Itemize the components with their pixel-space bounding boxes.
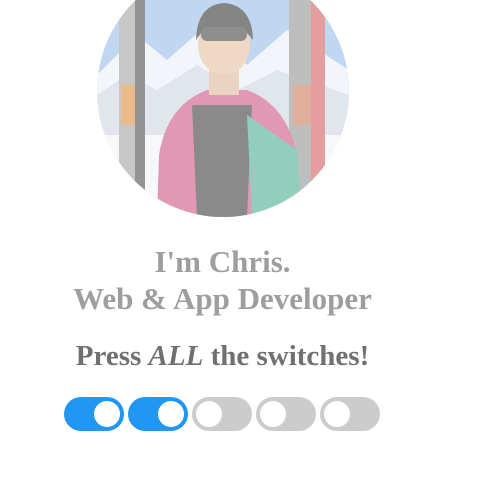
toggle-switch-1[interactable]: [64, 397, 124, 431]
prompt-text-start: Press: [75, 340, 149, 372]
profile-avatar: [97, 0, 349, 217]
prompt-text-end: the switches!: [203, 340, 370, 372]
switch-knob: [94, 401, 120, 427]
intro-role: Web & App Developer: [73, 281, 372, 316]
switch-knob: [158, 401, 184, 427]
switch-knob: [196, 401, 222, 427]
toggle-switch-3[interactable]: [192, 397, 252, 431]
switch-group: [64, 397, 380, 431]
switches-prompt: Press ALL the switches!: [0, 338, 445, 374]
toggle-switch-4[interactable]: [256, 397, 316, 431]
switch-knob: [260, 401, 286, 427]
toggle-switch-2[interactable]: [128, 397, 188, 431]
profile-photo-icon: [97, 0, 349, 217]
intro-greeting: I'm Chris.: [154, 244, 291, 279]
switch-knob: [324, 401, 350, 427]
prompt-emphasis: ALL: [148, 340, 204, 372]
toggle-switch-5[interactable]: [320, 397, 380, 431]
